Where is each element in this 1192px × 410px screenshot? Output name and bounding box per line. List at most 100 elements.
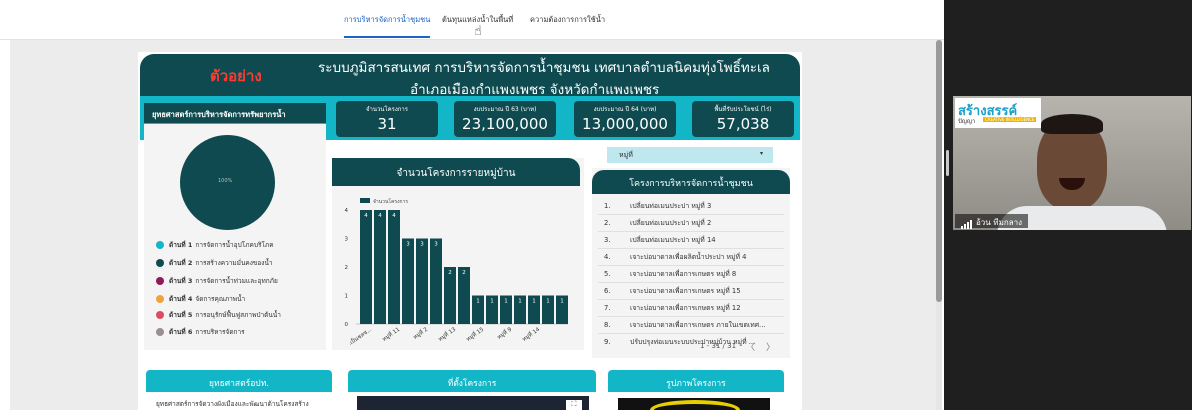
project-list-item[interactable]: 2. เปลี่ยนท่อเมนประปา หมู่ที่ 2 (604, 217, 711, 228)
project-list-text: ปรับปรุงท่อเมนระบบประปาหมู่บ้าน หมู่ที่ … (630, 338, 756, 346)
legend-key: ด้านที่ 1 (169, 241, 193, 249)
participant-name-tag: อ้วน ทีมกลาง (955, 214, 1028, 229)
strategy-legend-item[interactable]: ด้านที่ 2 การสร้างความมั่นคงของน้ำ (156, 258, 273, 268)
project-list-title: โครงการบริหารจัดการน้ำชุมชน (592, 170, 790, 194)
project-list-text: เปลี่ยนท่อเมนประปา หมู่ที่ 2 (630, 219, 712, 227)
project-list-item[interactable]: 7. เจาะบ่อบาดาลเพื่อการเกษตร หมู่ที่ 12 (604, 302, 741, 313)
bar-value-label: 4 (392, 213, 396, 219)
legend-label: จำนวนโครงการ (373, 198, 408, 205)
strategy-legend-item[interactable]: ด้านที่ 1 การจัดการน้ำอุปโภคบริโภค (156, 240, 274, 250)
project-list-text: เจาะบ่อบาดาลเพื่อการเกษตร ภายในเขตเทศ... (630, 321, 766, 329)
project-list-number: 9. (604, 338, 611, 346)
signal-bars-icon (961, 220, 973, 229)
bar[interactable] (430, 238, 442, 325)
tab-community-water[interactable]: การบริหารจัดการน้ำชุมชน (344, 14, 431, 38)
bar-value-label: 1 (518, 299, 522, 305)
participant-name: อ้วน ทีมกลาง (976, 218, 1022, 227)
report-tabs-bar: การบริหารจัดการน้ำชุมชน ต้นทุนแหล่งน้ำใน… (0, 0, 944, 40)
bar[interactable] (374, 210, 386, 324)
project-list-item[interactable]: 3. เปลี่ยนท่อเมนประปา หมู่ที่ 14 (604, 234, 716, 245)
project-list-text: เจาะบ่อบาดาลเพื่อผลิตน้ำประปา หมู่ที่ 4 (630, 253, 747, 261)
pie-percent-label: 100% (218, 178, 233, 184)
legend-key: ด้านที่ 2 (169, 259, 193, 267)
list-divider (598, 231, 784, 232)
strategy-panel-title: ยุทธศาสตร์การบริหารจัดการทรัพยากรน้ำ (144, 103, 326, 123)
legend-text: การจัดการน้ำอุปโภคบริโภค (195, 241, 274, 249)
pager-label: 1 - 31 / 31 (700, 342, 737, 350)
bar-value-label: 2 (462, 270, 466, 276)
project-list-number: 2. (604, 219, 611, 227)
expand-icon[interactable]: ⛶ (566, 400, 582, 410)
project-list-item[interactable]: 5. เจาะบ่อบาดาลเพื่อการเกษตร หมู่ที่ 8 (604, 268, 736, 279)
bar-value-label: 3 (434, 242, 438, 248)
y-tick-label: 4 (345, 208, 349, 214)
bar[interactable] (416, 238, 428, 325)
strategy-legend-item[interactable]: ด้านที่ 4 จัดการคุณภาพน้ำ (156, 294, 245, 304)
project-list-text: เจาะบ่อบาดาลเพื่อการเกษตร หมู่ที่ 12 (630, 304, 741, 312)
bar[interactable] (360, 210, 372, 324)
legend-swatch (156, 311, 164, 319)
chevron-down-icon: ▾ (759, 150, 763, 157)
kpi-label: งบประมาณ ปี 63 (บาท) (473, 106, 537, 113)
legend-key: ด้านที่ 5 (169, 311, 193, 319)
project-list-item[interactable]: 4. เจาะบ่อบาดาลเพื่อผลิตน้ำประปา หมู่ที่ … (604, 251, 746, 262)
list-divider (598, 316, 784, 317)
kpi-label: งบประมาณ ปี 64 (บาท) (593, 106, 657, 113)
legend-key: ด้านที่ 4 (169, 295, 193, 303)
strategy-legend-item[interactable]: ด้านที่ 3 การจัดการน้ำท่วมและอุทกภัย (156, 276, 278, 286)
scrollbar-thumb[interactable] (936, 40, 942, 302)
dashboard-title-line1: ระบบภูมิสารสนเทศ การบริหารจัดการน้ำชุมชน… (318, 60, 770, 76)
village-bar-chart[interactable]: 0 1 2 3 4 จำนวนโครงการ 4 4 4 3 3 3 2 2 1 1 1 1 1 1 1 .เป็นชลซ… (332, 190, 582, 348)
speaker-hair (1041, 114, 1103, 134)
project-list-text: เปลี่ยนท่อเมนประปา หมู่ที่ 3 (630, 202, 712, 210)
prev-page-icon[interactable]: 〈 (746, 340, 755, 353)
dropdown-label: หมู่ที่ (619, 151, 633, 159)
project-list-item[interactable]: 6. เจาะบ่อบาดาลเพื่อการเกษตร หมู่ที่ 15 (604, 285, 741, 296)
project-location-card-title: ที่ตั้งโครงการ (348, 370, 596, 392)
sample-label: ตัวอย่าง (210, 67, 262, 85)
project-location-map[interactable] (357, 396, 589, 410)
legend-swatch (156, 259, 164, 267)
next-page-icon[interactable]: 〉 (766, 340, 775, 353)
bar-value-label: 1 (476, 299, 480, 305)
logo-tagline: CREATIVE INTELLIGENCE (983, 117, 1037, 122)
list-divider (598, 248, 784, 249)
bar-value-label: 3 (406, 242, 410, 248)
bar[interactable] (388, 210, 400, 324)
bar[interactable] (402, 238, 414, 325)
village-filter-dropdown[interactable]: หมู่ที่ ▾ (607, 147, 773, 163)
project-list-text: เจาะบ่อบาดาลเพื่อการเกษตร หมู่ที่ 8 (630, 270, 737, 278)
legend-swatch (156, 241, 164, 249)
bar-value-label: 1 (490, 299, 494, 305)
y-tick-label: 0 (345, 322, 349, 328)
list-divider (598, 282, 784, 283)
bar-chart-title: จำนวนโครงการรายหมู่บ้าน (332, 158, 580, 186)
list-divider (598, 265, 784, 266)
y-tick-label: 1 (345, 294, 349, 300)
legend-swatch (156, 328, 164, 336)
panel-resize-handle[interactable] (946, 150, 949, 176)
list-divider (598, 214, 784, 215)
legend-text: การบริหารจัดการ (195, 328, 245, 336)
x-tick-label: หมู่ที่ 9 (495, 325, 513, 341)
strategy-legend-item[interactable]: ด้านที่ 6 การบริหารจัดการ (156, 327, 245, 337)
kpi-value: 23,100,000 (462, 115, 548, 133)
kpi-label: พื้นที่รับประโยชน์ (ไร่) (714, 106, 772, 113)
org-strategy-text: ยุทธศาสตร์การจัดวางผังเมืองและพัฒนาด้านโ… (156, 400, 309, 408)
tab-water-demand[interactable]: ความต้องการการใช้น้ำ (530, 14, 605, 26)
x-tick-label: หมู่ที่ 14 (520, 325, 541, 343)
project-list-item[interactable]: 8. เจาะบ่อบาดาลเพื่อการเกษตร ภายในเขตเทศ.… (604, 319, 766, 330)
logo-text-sub: ปัญญา (958, 118, 976, 125)
bar-value-label: 2 (448, 270, 452, 276)
bar-value-label: 1 (546, 299, 550, 305)
kpi-budget-63: งบประมาณ ปี 63 (บาท) 23,100,000 (454, 101, 556, 137)
bar-value-label: 3 (420, 242, 424, 248)
legend-text: การสร้างความมั่นคงของน้ำ (195, 259, 273, 267)
project-list-number: 6. (604, 287, 611, 295)
x-tick-label: หมู่ที่ 15 (464, 325, 485, 343)
bar-value-label: 4 (364, 213, 368, 219)
strategy-legend-item[interactable]: ด้านที่ 5 การอนุรักษ์ฟื้นฟูสภาพป่าต้นน้ำ (156, 310, 281, 320)
project-list-number: 7. (604, 304, 611, 312)
x-tick-label: หมู่ที่ 2 (411, 325, 429, 341)
project-list-item[interactable]: 1. เปลี่ยนท่อเมนประปา หมู่ที่ 3 (604, 200, 711, 211)
